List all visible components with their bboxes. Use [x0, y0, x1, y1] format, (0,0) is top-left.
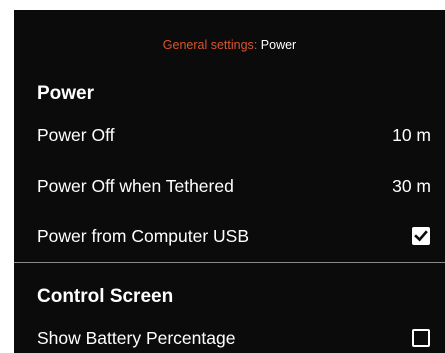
section-divider — [14, 262, 445, 263]
show-battery-percentage-checkbox[interactable] — [412, 329, 430, 347]
checkmark-icon — [414, 230, 428, 242]
breadcrumb-current: Power — [260, 38, 297, 52]
setting-row-power-off[interactable]: Power Off 10 m — [14, 113, 445, 157]
setting-row-power-from-usb[interactable]: Power from Computer USB — [14, 214, 445, 258]
setting-label: Power Off — [37, 125, 115, 145]
setting-label: Power from Computer USB — [37, 226, 250, 246]
setting-row-power-off-tethered[interactable]: Power Off when Tethered 30 m — [14, 164, 445, 208]
power-from-usb-checkbox[interactable] — [412, 227, 430, 245]
setting-label: Power Off when Tethered — [37, 176, 234, 196]
section-title-power: Power — [37, 83, 95, 104]
section-title-control-screen: Control Screen — [37, 286, 174, 307]
settings-screen: General settings: Power Power Power Off … — [14, 10, 445, 353]
breadcrumb: General settings: Power — [14, 37, 445, 53]
setting-label: Show Battery Percentage — [37, 328, 236, 348]
breadcrumb-separator: : — [253, 38, 258, 52]
setting-value: 30 m — [392, 176, 431, 196]
breadcrumb-parent[interactable]: General settings — [163, 38, 254, 52]
setting-value: 10 m — [392, 125, 431, 145]
setting-row-show-battery-percentage[interactable]: Show Battery Percentage — [14, 316, 445, 353]
